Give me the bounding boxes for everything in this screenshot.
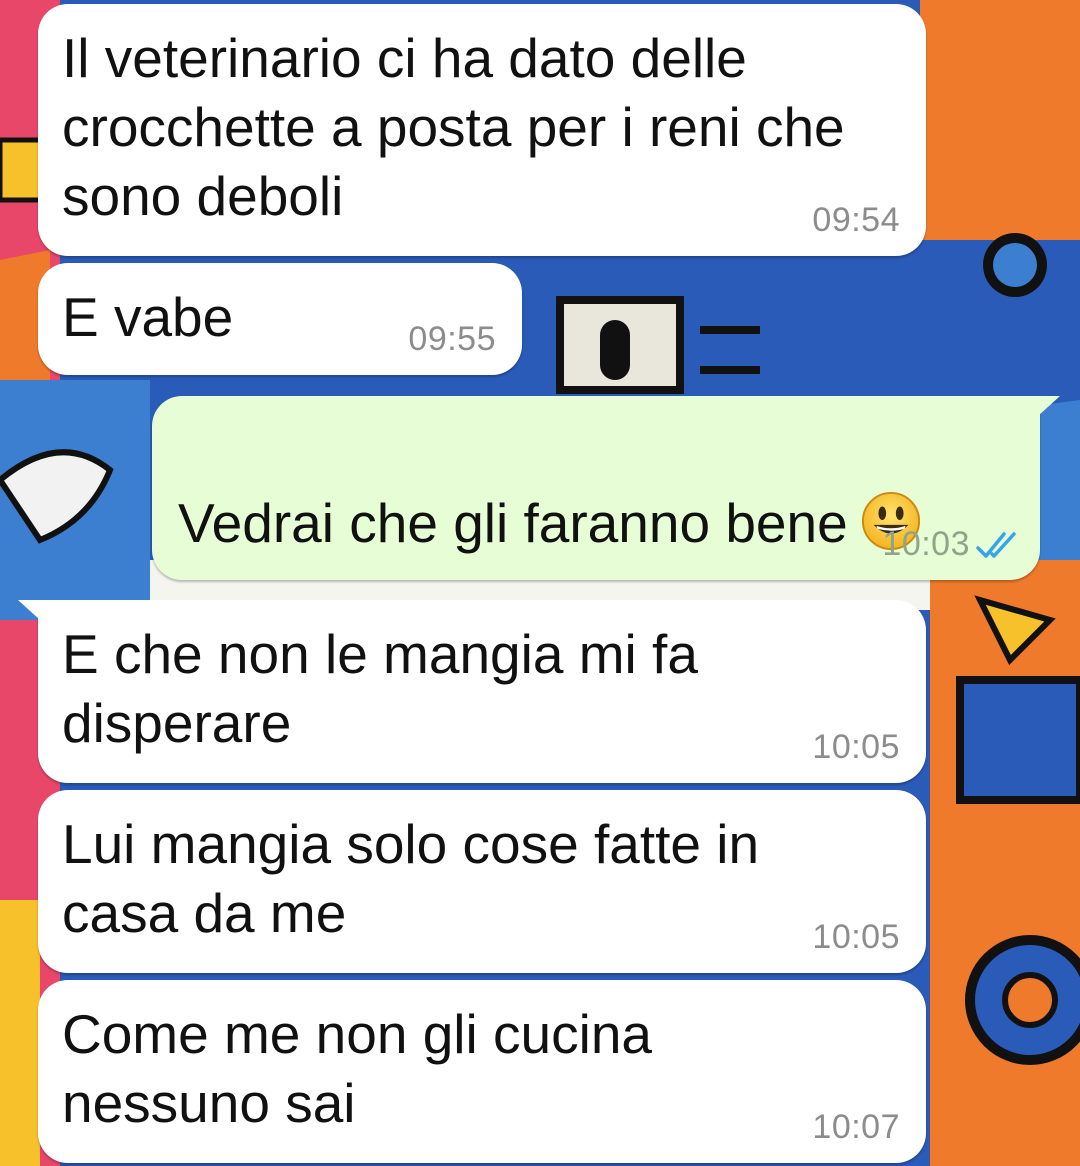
- message-text: E che non le mangia mi fa disperare: [62, 623, 698, 754]
- message-bubble-incoming[interactable]: Come me non gli cucina nessuno sai 10:07: [38, 980, 926, 1163]
- message-timestamp: 09:55: [408, 320, 496, 358]
- message-bubble-incoming[interactable]: E che non le mangia mi fa disperare 10:0…: [18, 600, 926, 783]
- message-bubble-incoming[interactable]: E vabe 09:55: [38, 263, 522, 375]
- message-text: Lui mangia solo cose fatte in casa da me: [62, 813, 760, 944]
- bubble-tail: [18, 600, 40, 620]
- message-timestamp: 10:05: [812, 918, 900, 956]
- message-text: E vabe: [62, 286, 234, 348]
- read-double-check-icon: [976, 532, 1016, 558]
- bubble-tail: [1038, 396, 1060, 416]
- message-timestamp: 10:05: [812, 728, 900, 766]
- message-bubble-incoming[interactable]: Lui mangia solo cose fatte in casa da me…: [38, 790, 926, 973]
- message-text-row: Vedrai che gli faranno bene: [178, 420, 922, 558]
- message-text: Il veterinario ci ha dato delle crocchet…: [62, 27, 845, 227]
- message-timestamp: 10:03: [882, 525, 970, 563]
- message-text: Vedrai che gli faranno bene: [178, 492, 848, 554]
- message-timestamp: 10:07: [812, 1108, 900, 1146]
- message-bubble-outgoing[interactable]: Vedrai che gli faranno bene 10:03: [152, 396, 1060, 580]
- message-timestamp: 09:54: [812, 201, 900, 239]
- message-bubble-incoming[interactable]: Il veterinario ci ha dato delle crocchet…: [38, 4, 926, 256]
- message-text: Come me non gli cucina nessuno sai: [62, 1003, 653, 1134]
- chat-area[interactable]: Il veterinario ci ha dato delle crocchet…: [0, 0, 1080, 1166]
